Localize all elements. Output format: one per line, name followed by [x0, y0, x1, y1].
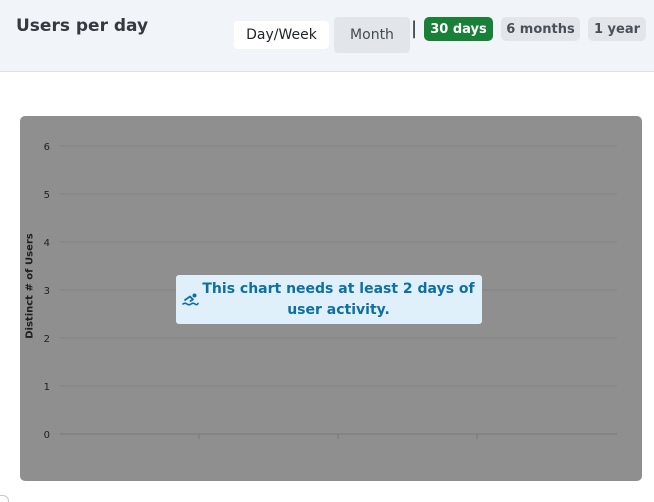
- range-1-year-button[interactable]: 1 year: [588, 17, 646, 41]
- y-tick-label-0: 0: [44, 430, 50, 441]
- range-30-days-button[interactable]: 30 days: [424, 17, 493, 41]
- y-tick-label-6: 6: [44, 142, 50, 153]
- day-week-toggle[interactable]: Day/Week: [234, 21, 329, 49]
- y-axis-label: Distinct # of Users: [24, 233, 36, 339]
- chart-header: Users per day Day/Week Month | 30 days 6…: [0, 0, 654, 72]
- insufficient-data-notice: This chart needs at least 2 days of user…: [176, 275, 482, 324]
- y-tick-label-1: 1: [44, 382, 50, 393]
- y-tick-label-5: 5: [44, 190, 50, 201]
- range-6-months-button[interactable]: 6 months: [501, 17, 580, 41]
- y-tick-label-4: 4: [44, 238, 50, 249]
- month-toggle[interactable]: Month: [334, 17, 410, 53]
- swimmer-icon: [182, 293, 199, 306]
- notice-message: This chart needs at least 2 days of user…: [202, 280, 475, 318]
- page-title: Users per day: [16, 16, 149, 36]
- y-tick-label-3: 3: [44, 286, 50, 297]
- y-tick-label-2: 2: [44, 334, 50, 345]
- range-separator: |: [411, 18, 418, 39]
